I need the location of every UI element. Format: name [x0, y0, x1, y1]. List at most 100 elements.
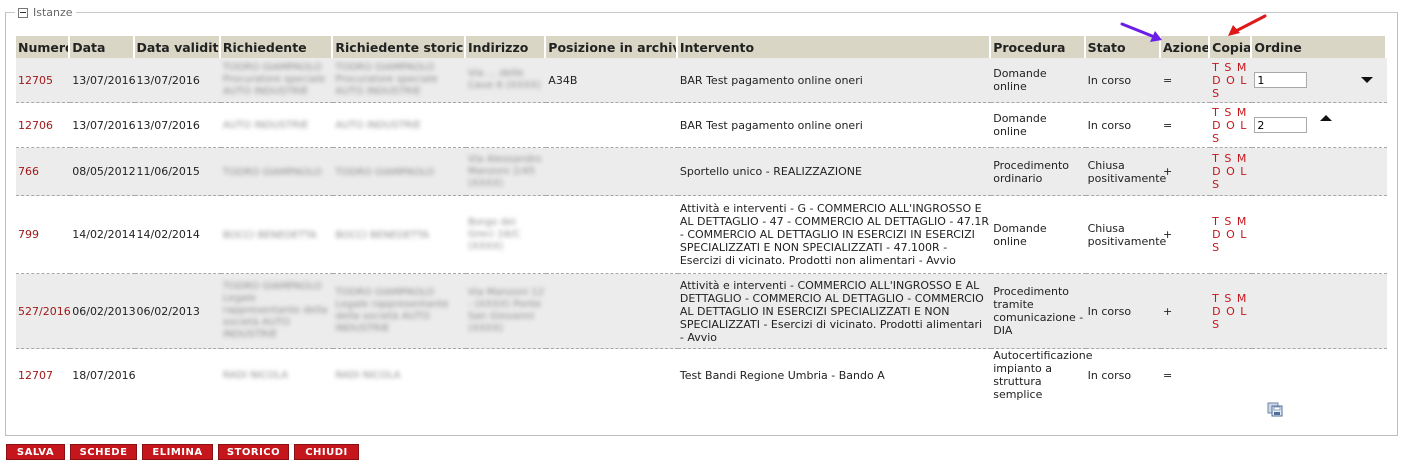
schede-button[interactable]: SCHEDE — [70, 444, 137, 460]
row-data-validita: 13/07/2016 — [134, 103, 221, 148]
panel-legend-label: Istanze — [33, 6, 73, 19]
col-procedura[interactable]: Procedura — [991, 36, 1086, 58]
delete-button[interactable]: ELIMINA — [142, 444, 213, 460]
save-floppy-icon[interactable] — [1267, 402, 1283, 417]
table-row: 527/2016 06/02/2013 06/02/2013 TODRO GIA… — [16, 274, 1387, 349]
row-ordine — [1252, 196, 1387, 274]
row-data: 13/07/2016 — [70, 58, 136, 103]
row-posizione — [546, 103, 678, 148]
order-input[interactable] — [1254, 117, 1308, 133]
row-numero-link[interactable]: 12706 — [16, 103, 71, 148]
row-data-validita: 14/02/2014 — [134, 196, 221, 274]
row-data: 14/02/2014 — [70, 196, 136, 274]
action-buttons-bar: SALVA SCHEDE ELIMINA STORICO CHIUDI — [6, 444, 359, 460]
row-procedura: Procedimento tramite comunicazione - DIA — [991, 274, 1086, 349]
row-intervento: Attività e interventi - G - COMMERCIO AL… — [677, 196, 992, 274]
triangle-up-icon[interactable] — [1320, 115, 1333, 121]
row-richiedente-storico: RADI NICOLA — [335, 370, 401, 381]
col-azione[interactable]: Azione — [1160, 36, 1211, 58]
col-data[interactable]: Data — [70, 36, 135, 58]
storico-button[interactable]: STORICO — [218, 444, 289, 460]
row-intervento: Attività e interventi - COMMERCIO ALL'IN… — [677, 274, 992, 349]
row-numero-link[interactable]: 12707 — [16, 349, 71, 401]
row-intervento: BAR Test pagamento online oneri — [677, 58, 992, 103]
row-richiedente: RADI NICOLA — [222, 370, 289, 381]
row-stato: In corso — [1085, 349, 1161, 401]
row-richiedente: TODRO GIAMPAOLO Legale rappresentante de… — [222, 281, 328, 340]
row-azione[interactable]: + — [1160, 274, 1211, 349]
row-data: 06/02/2013 — [70, 274, 136, 349]
row-azione[interactable]: = — [1160, 103, 1211, 148]
table-header-row: Numero Data Data validità Richiedente Ri… — [16, 36, 1387, 58]
row-numero-link[interactable]: 766 — [16, 148, 71, 196]
col-indirizzo[interactable]: Indirizzo — [465, 36, 547, 58]
col-ordine[interactable]: Ordine — [1252, 36, 1387, 58]
row-data-validita — [134, 349, 221, 401]
row-ordine — [1252, 274, 1387, 349]
row-copia-links[interactable]: T S M D O L S — [1210, 58, 1253, 103]
triangle-down-icon[interactable] — [1361, 77, 1374, 83]
row-copia-links[interactable]: T S M D O L S — [1210, 196, 1253, 274]
row-data-validita: 06/02/2013 — [134, 274, 221, 349]
collapse-minus-icon[interactable] — [18, 7, 28, 18]
col-posizione-archivio[interactable]: Posizione in archivio — [546, 36, 678, 58]
row-richiedente-storico: AUTO INDUSTRIE — [335, 120, 421, 131]
table-row: 12705 13/07/2016 13/07/2016 TODRO GIAMPA… — [16, 58, 1387, 103]
col-numero[interactable]: Numero — [16, 36, 71, 58]
row-stato: In corso — [1085, 274, 1161, 349]
row-copia-links[interactable]: T S M D O L S — [1210, 274, 1253, 349]
row-azione[interactable]: + — [1160, 196, 1211, 274]
row-intervento: BAR Test pagamento online oneri — [677, 103, 992, 148]
row-numero-link[interactable]: 12705 — [16, 58, 71, 103]
col-richiedente-storico[interactable]: Richiedente storico — [333, 36, 466, 58]
close-button[interactable]: CHIUDI — [294, 444, 359, 460]
row-procedura: Autocertificazione impianto a struttura … — [991, 349, 1093, 401]
table-row: 12707 18/07/2016 RADI NICOLA RADI NICOLA… — [16, 349, 1387, 401]
row-ordine — [1252, 148, 1387, 196]
row-data-validita: 13/07/2016 — [134, 58, 221, 103]
row-posizione — [546, 148, 678, 196]
row-procedura: Domande online — [991, 58, 1086, 103]
row-posizione — [546, 196, 678, 274]
row-posizione — [546, 274, 678, 349]
row-azione[interactable]: + — [1160, 148, 1211, 196]
row-intervento: Test Bandi Regione Umbria - Bando A — [677, 349, 992, 401]
row-indirizzo: Via Alessandro Manzoni 2/45 (XXXX) — [467, 153, 542, 189]
panel-legend[interactable]: Istanze — [15, 6, 76, 19]
table-row: 799 14/02/2014 14/02/2014 BOCCI BENEDETT… — [16, 196, 1387, 274]
col-copia[interactable]: Copia — [1210, 36, 1253, 58]
order-input[interactable] — [1254, 72, 1308, 88]
col-intervento[interactable]: Intervento — [677, 36, 992, 58]
col-stato[interactable]: Stato — [1085, 36, 1161, 58]
row-copia-links[interactable]: T S M D O L S — [1210, 103, 1253, 148]
row-richiedente: AUTO INDUSTRIE — [222, 120, 309, 131]
row-numero-link[interactable]: 527/2016 — [16, 274, 71, 349]
save-button[interactable]: SALVA — [6, 444, 65, 460]
row-ordine — [1252, 349, 1387, 401]
table-row: 12706 13/07/2016 13/07/2016 AUTO INDUSTR… — [16, 103, 1387, 148]
row-stato: Chiusa positivamente — [1085, 196, 1166, 274]
row-copia-links[interactable]: T S M D O L S — [1210, 148, 1253, 196]
row-azione[interactable]: = — [1160, 349, 1211, 401]
row-richiedente-storico: TODRO GIAMPAOLO — [335, 166, 435, 178]
row-richiedente-storico: TODRO GIAMPAOLO Legale rappresentante de… — [335, 287, 449, 334]
row-data: 18/07/2016 — [70, 349, 136, 401]
row-numero-link[interactable]: 799 — [16, 196, 71, 274]
row-indirizzo: Borgo dei Greci 16/C (XXXX) — [467, 216, 521, 252]
row-posizione: A34B — [546, 58, 678, 103]
row-posizione — [546, 349, 678, 401]
row-data: 08/05/2012 — [70, 148, 136, 196]
row-stato: Chiusa positivamente — [1085, 148, 1166, 196]
row-intervento: Sportello unico - REALIZZAZIONE — [677, 148, 992, 196]
row-richiedente: TODRO GIAMPAOLO Procuratore speciale AUT… — [222, 62, 326, 97]
row-azione[interactable]: = — [1160, 58, 1211, 103]
row-procedura: Domande online — [991, 103, 1086, 148]
row-copia-links[interactable] — [1210, 349, 1253, 401]
col-data-validita[interactable]: Data validità — [134, 36, 221, 58]
row-procedura: Domande online — [991, 196, 1086, 274]
table-row: 766 08/05/2012 11/06/2015 TODRO GIAMPAOL… — [16, 148, 1387, 196]
row-data: 13/07/2016 — [70, 103, 136, 148]
row-richiedente-storico: TODRO GIAMPAOLO Procuratore speciale AUT… — [335, 62, 438, 97]
col-richiedente[interactable]: Richiedente — [220, 36, 334, 58]
row-procedura: Procedimento ordinario — [991, 148, 1086, 196]
